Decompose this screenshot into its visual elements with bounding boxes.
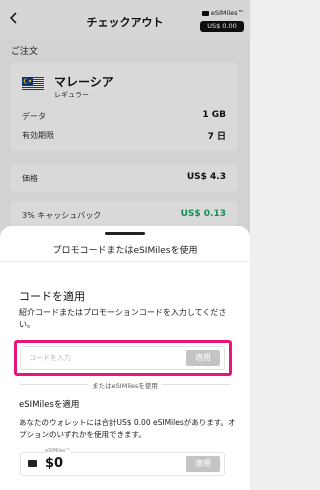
miles-heading: eSIMilesを適用: [19, 400, 80, 410]
validity-label: 有効期限: [22, 131, 54, 140]
wallet-icon: [28, 460, 37, 467]
plan-type: レギュラー: [54, 91, 89, 99]
wallet-brand-text: eSIMiles™: [210, 9, 244, 17]
esimiles-brand: eSIMiles™: [45, 448, 71, 454]
promo-bottom-sheet: プロモコードまたはeSIMilesを使用 コードを適用 紹介コードまたはプロモー…: [0, 226, 250, 490]
validity-value: 7 日: [207, 132, 226, 142]
or-divider: またはeSIMilesを使用: [0, 380, 250, 390]
price-card: 価格 US$ 4.3: [10, 164, 238, 192]
malaysia-flag-icon: [22, 76, 44, 90]
or-divider-text: またはeSIMilesを使用: [88, 382, 162, 390]
apply-code-button[interactable]: 適用: [186, 350, 220, 366]
cashback-label: 3% キャッシュバック: [22, 211, 102, 220]
sheet-grabber-handle[interactable]: [105, 232, 145, 235]
wallet-icon: [201, 10, 209, 16]
country-name: マレーシア: [54, 75, 114, 89]
order-section-label: ご注文: [11, 47, 39, 57]
sheet-divider: [0, 261, 250, 262]
miles-description: あなたのウォレットには合計US$ 0.00 eSIMilesがあります。オプショ…: [19, 418, 236, 439]
code-heading: コードを適用: [19, 290, 85, 303]
cashback-value: US$ 0.13: [180, 209, 226, 219]
wallet-badge[interactable]: eSIMiles™ US$ 0.00: [200, 9, 244, 35]
price-label: 価格: [22, 174, 38, 183]
code-description: 紹介コードまたはプロモーションコードを入力してください。: [19, 308, 227, 329]
data-value: 1 GB: [202, 110, 226, 120]
app-header: チェックアウト eSIMiles™ US$ 0.00: [0, 0, 250, 40]
sheet-title: プロモコードまたはeSIMilesを使用: [52, 246, 198, 256]
wallet-brand: eSIMiles™: [200, 9, 244, 20]
cashback-card: 3% キャッシュバック US$ 0.13: [10, 201, 238, 227]
wallet-balance: US$ 0.00: [200, 21, 244, 32]
price-value: US$ 4.3: [186, 172, 226, 182]
promo-code-input[interactable]: [29, 351, 169, 365]
esimiles-field[interactable]: eSIMiles™ $0 適用: [20, 448, 225, 476]
order-card: マレーシア レギュラー データ 1 GB 有効期限 7 日: [10, 63, 238, 151]
promo-code-field[interactable]: 適用: [20, 346, 225, 370]
apply-esimiles-button[interactable]: 適用: [186, 456, 220, 472]
esimiles-amount: $0: [45, 456, 64, 471]
data-label: データ: [22, 112, 46, 121]
